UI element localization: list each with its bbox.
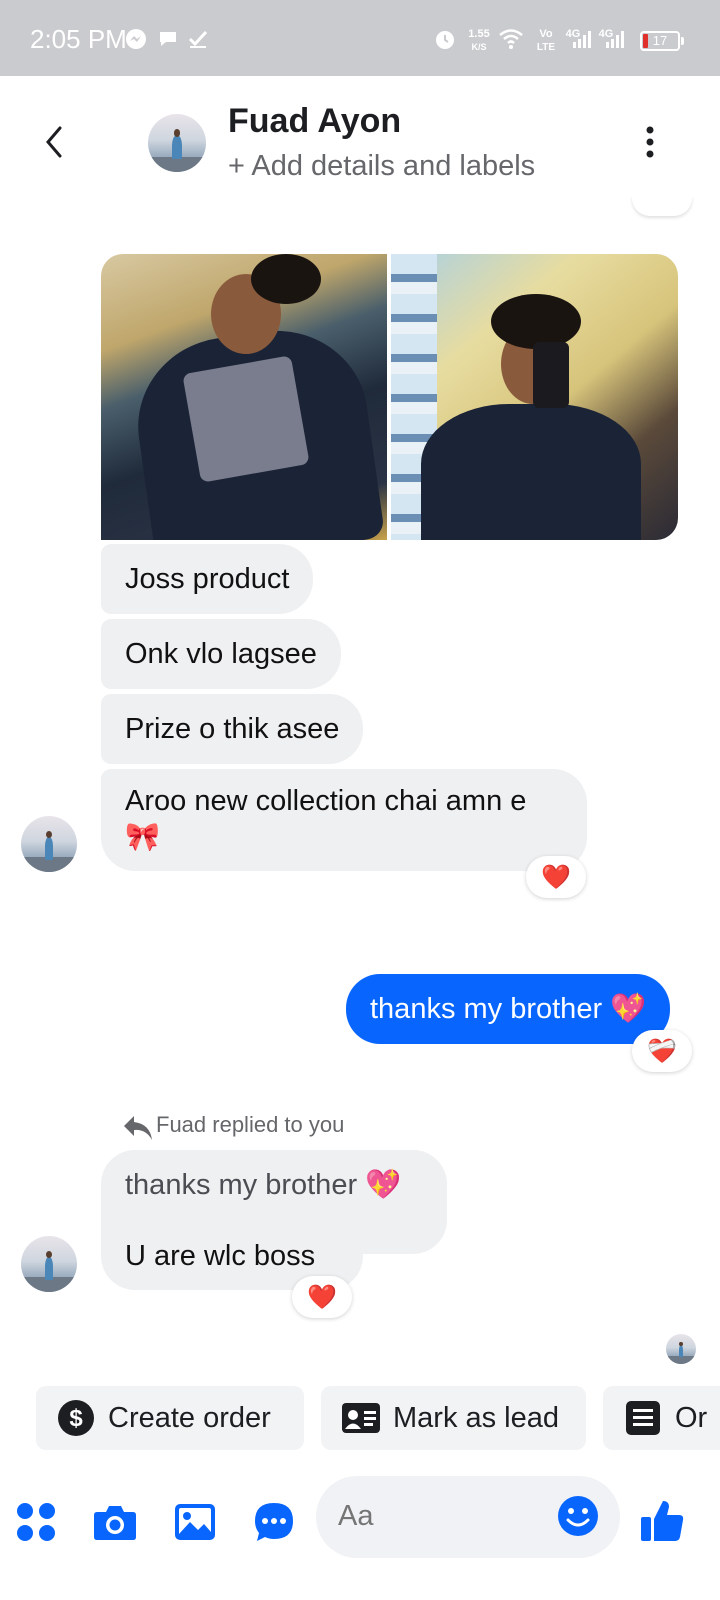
quoted-text: thanks my brother 💖 (125, 1169, 402, 1201)
reaction-emoji: ❤️‍🩹 (647, 1037, 677, 1065)
net-speed-value: 1.55 (468, 28, 490, 40)
shared-photo-2[interactable] (391, 254, 678, 540)
like-thumbs-up-icon[interactable] (638, 1496, 686, 1544)
partial-reaction (632, 196, 692, 216)
message-composer[interactable] (316, 1476, 620, 1558)
chat-bubble-icon (156, 26, 180, 52)
chip-label: Create order (108, 1401, 271, 1434)
status-time: 2:05 PM (30, 24, 127, 54)
gallery-icon[interactable] (173, 1500, 217, 1544)
emoji-icon[interactable] (556, 1494, 600, 1538)
volte-top: Vo (539, 28, 553, 40)
ribbon-emoji: 🎀 (125, 821, 160, 852)
heart-reaction[interactable]: ❤️ (526, 856, 586, 898)
svg-text:$: $ (69, 1405, 83, 1432)
message-bubble[interactable]: Onk vlo lagsee (101, 619, 341, 689)
contact-avatar[interactable] (148, 114, 206, 172)
reaction-emoji: ❤️ (307, 1283, 337, 1311)
battery-level: 17 (652, 33, 668, 48)
message-bubble-icon[interactable] (252, 1500, 296, 1544)
message-text: thanks my brother 💖 (370, 993, 647, 1025)
back-arrow-icon[interactable] (36, 120, 72, 164)
signal-icon (570, 26, 594, 52)
apps-grid-icon[interactable] (14, 1500, 58, 1544)
shared-photo-1[interactable] (101, 254, 387, 540)
message-text: Joss product (125, 562, 290, 595)
message-text: Prize o thik asee (125, 712, 340, 745)
mark-as-lead-button[interactable]: Mark as lead (321, 1386, 586, 1450)
sender-avatar[interactable] (21, 816, 77, 872)
third-action-button[interactable]: Or (603, 1386, 720, 1450)
dollar-icon: $ (56, 1398, 96, 1438)
volte-bottom: LTE (536, 42, 556, 53)
message-text: Onk vlo lagsee (125, 637, 317, 670)
conversation-header: Fuad Ayon + Add details and labels (0, 76, 720, 206)
message-bubble[interactable]: Joss product (101, 544, 314, 614)
alarm-icon (432, 26, 458, 52)
reaction-emoji: ❤️ (541, 863, 571, 891)
sender-avatar[interactable] (21, 1236, 77, 1292)
reply-arrow-icon (122, 1112, 154, 1142)
chip-label: Mark as lead (393, 1401, 560, 1434)
message-text: U are wlc boss (125, 1239, 316, 1272)
check-icon (186, 26, 210, 52)
message-input[interactable] (338, 1500, 538, 1533)
contact-card-icon (341, 1398, 381, 1438)
add-details-link[interactable]: + Add details and labels (228, 150, 535, 183)
net-speed-unit: K/S (471, 42, 487, 52)
sent-message-bubble[interactable]: thanks my brother 💖 (346, 974, 671, 1044)
contact-name[interactable]: Fuad Ayon (228, 102, 401, 141)
seen-avatar (666, 1334, 696, 1364)
status-bar: 2:05 PM 1.55 K/S Vo LTE 4G 4G 17 (0, 0, 720, 76)
message-bubble[interactable]: Aroo new collection chai amn e 🎀 (101, 769, 587, 871)
signal-icon (603, 26, 627, 52)
message-text: Aroo new collection chai amn e (125, 785, 527, 817)
heart-reaction[interactable]: ❤️ (292, 1276, 352, 1318)
reply-label: Fuad replied to you (156, 1112, 345, 1137)
create-order-button[interactable]: $ Create order (36, 1386, 304, 1450)
wifi-icon (498, 26, 524, 52)
messenger-icon (124, 26, 148, 52)
message-bubble[interactable]: Prize o thik asee (101, 694, 364, 764)
more-options-icon[interactable] (636, 122, 664, 162)
list-document-icon (623, 1398, 663, 1438)
chip-label: Or (675, 1401, 708, 1434)
heart-reaction[interactable]: ❤️‍🩹 (632, 1030, 692, 1072)
battery-icon: 17 (640, 31, 684, 51)
camera-icon[interactable] (93, 1500, 137, 1544)
